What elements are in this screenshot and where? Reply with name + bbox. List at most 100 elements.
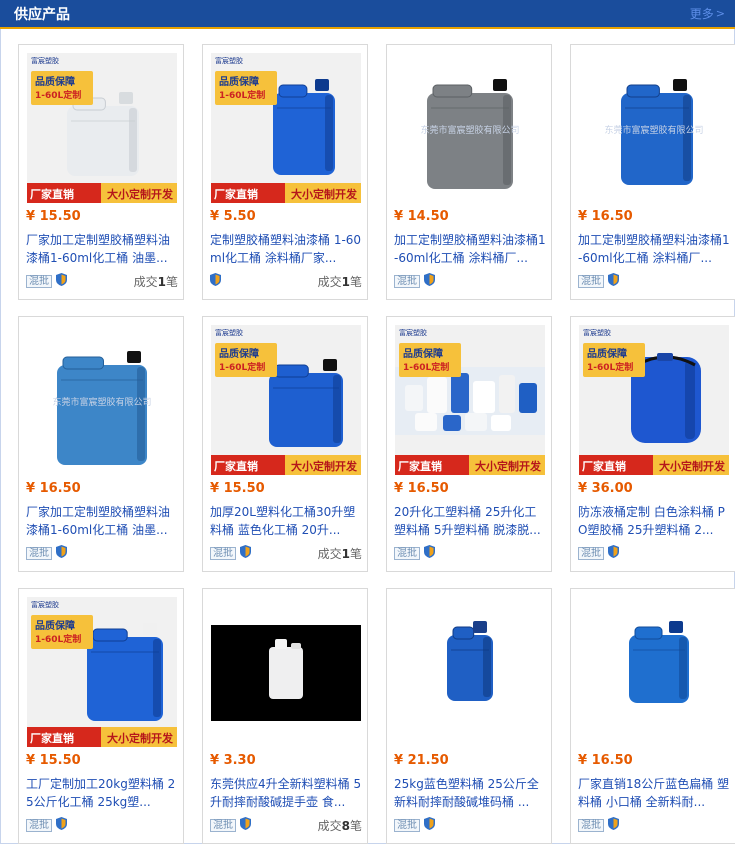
product-title-link[interactable]: 厂家直销18公斤蓝色扁桶 塑料桶 小口桶 全新料耐... xyxy=(578,775,730,811)
product-title-link[interactable]: 定制塑胶桶塑料油漆桶 1-60ml化工桶 涂料桶厂家... xyxy=(210,231,362,267)
product-thumbnail[interactable]: 东莞市富宸塑胶有限公司 xyxy=(579,53,729,203)
product-card[interactable]: ¥ 21.50 25kg蓝色塑料桶 25公斤全新料耐摔耐酸碱堆码桶 ... 混批 xyxy=(386,588,552,844)
product-title-link[interactable]: 东莞供应4升全新料塑料桶 5升耐摔耐酸碱提手壶 食... xyxy=(210,775,362,811)
promo-banner: 厂家直销 大小定制开发 xyxy=(579,455,729,475)
deal-prefix: 成交 xyxy=(317,546,342,561)
promo-logo: 富宸塑胶 xyxy=(399,329,427,337)
mixed-batch-badge[interactable]: 混批 xyxy=(578,818,604,832)
mixed-batch-badge[interactable]: 混批 xyxy=(26,818,52,832)
promo-direct: 厂家直销 xyxy=(214,186,258,202)
product-thumbnail[interactable]: 富宸塑胶 品质保障 1-60L定制 厂家直销 大小定制开发 xyxy=(27,597,177,747)
promo-direct: 厂家直销 xyxy=(30,186,74,202)
product-thumbnail[interactable]: 富宸塑胶 品质保障 1-60L定制 厂家直销 大小定制开发 xyxy=(211,53,361,203)
promo-direct: 厂家直销 xyxy=(398,458,442,474)
product-card[interactable]: 东莞市富宸塑胶有限公司 ¥ 16.50 加工定制塑胶桶塑料油漆桶1-60ml化工桶 … xyxy=(570,44,735,300)
product-panel: 富宸塑胶 品质保障 1-60L定制 厂家直销 大小定制开发 ¥ 15.50 厂家加工定制塑胶… xyxy=(0,29,735,844)
promo-logo: 富宸塑胶 xyxy=(31,601,59,609)
product-card[interactable]: ¥ 3.30 东莞供应4升全新料塑料桶 5升耐摔耐酸碱提手壶 食... 混批 成交8笔 xyxy=(202,588,368,844)
product-image[interactable] xyxy=(395,597,545,747)
promo-quality: 品质保障 xyxy=(35,621,75,632)
product-price: ¥ 16.50 xyxy=(26,481,81,496)
deal-suffix: 笔 xyxy=(349,546,362,561)
mixed-batch-badge[interactable]: 混批 xyxy=(578,546,604,560)
deal-count: 成交8笔 xyxy=(318,817,362,834)
product-thumbnail[interactable]: 东莞市富宸塑胶有限公司 xyxy=(395,53,545,203)
product-card[interactable]: 富宸塑胶 品质保障 1-60L定制 厂家直销 大小定制开发 ¥ 36.00 防冻液桶定制 白… xyxy=(570,316,735,572)
promo-develop: 大小定制开发 xyxy=(101,727,177,747)
promo-badge: 品质保障 1-60L定制 xyxy=(215,343,277,377)
promo-quality: 品质保障 xyxy=(403,349,443,360)
mixed-batch-badge[interactable]: 混批 xyxy=(210,546,236,560)
product-title-link[interactable]: 防冻液桶定制 白色涂料桶 PO塑胶桶 25升塑料桶 2... xyxy=(578,503,730,539)
watermark-text: 东莞市富宸塑胶有限公司 xyxy=(420,126,520,136)
product-price: ¥ 14.50 xyxy=(394,209,449,224)
product-thumbnail[interactable]: 富宸塑胶 品质保障 1-60L定制 厂家直销 大小定制开发 xyxy=(395,325,545,475)
product-price: ¥ 5.50 xyxy=(210,209,256,224)
shield-icon[interactable] xyxy=(608,817,619,833)
product-image[interactable] xyxy=(579,597,729,747)
product-meta: 混批 xyxy=(394,545,546,561)
promo-quality: 品质保障 xyxy=(219,349,259,360)
shield-icon[interactable] xyxy=(56,817,67,833)
product-card[interactable]: 富宸塑胶 品质保障 1-60L定制 厂家直销 大小定制开发 ¥ 5.50 定制塑胶桶塑料油漆… xyxy=(202,44,368,300)
product-title-link[interactable]: 厂家加工定制塑胶桶塑料油漆桶1-60ml化工桶 油墨... xyxy=(26,231,178,267)
product-title-link[interactable]: 工厂定制加工20kg塑料桶 25公斤化工桶 25kg塑... xyxy=(26,775,178,811)
product-title-link[interactable]: 20升化工塑料桶 25升化工塑料桶 5升塑料桶 脱漆脱... xyxy=(394,503,546,539)
shield-icon[interactable] xyxy=(240,545,251,561)
product-thumbnail[interactable]: 富宸塑胶 品质保障 1-60L定制 厂家直销 大小定制开发 xyxy=(579,325,729,475)
chevron-right-icon[interactable]: > xyxy=(716,7,725,20)
product-thumbnail[interactable]: 东莞市富宸塑胶有限公司 xyxy=(27,325,177,475)
shield-icon[interactable] xyxy=(424,545,435,561)
shield-icon[interactable] xyxy=(56,545,67,561)
product-title-link[interactable]: 加工定制塑胶桶塑料油漆桶1-60ml化工桶 涂料桶厂... xyxy=(578,231,730,267)
shield-icon[interactable] xyxy=(210,273,221,289)
product-card[interactable]: 东莞市富宸塑胶有限公司 ¥ 14.50 加工定制塑胶桶塑料油漆桶1-60ml化工桶 … xyxy=(386,44,552,300)
promo-badge: 品质保障 1-60L定制 xyxy=(31,71,93,105)
section-header: 供应产品 更多 > xyxy=(0,0,735,29)
mixed-batch-badge[interactable]: 混批 xyxy=(210,818,236,832)
shield-icon[interactable] xyxy=(424,273,435,289)
shield-icon[interactable] xyxy=(608,273,619,289)
mixed-batch-badge[interactable]: 混批 xyxy=(394,818,420,832)
promo-custom: 1-60L定制 xyxy=(35,91,82,101)
product-card[interactable]: 富宸塑胶 品质保障 1-60L定制 厂家直销 大小定制开发 ¥ 15.50 厂家加工定制塑胶… xyxy=(18,44,184,300)
shield-icon[interactable] xyxy=(608,545,619,561)
product-meta: 混批 成交1笔 xyxy=(210,545,362,561)
product-title-link[interactable]: 加工定制塑胶桶塑料油漆桶1-60ml化工桶 涂料桶厂... xyxy=(394,231,546,267)
product-thumbnail[interactable]: 富宸塑胶 品质保障 1-60L定制 厂家直销 大小定制开发 xyxy=(27,53,177,203)
mixed-batch-badge[interactable]: 混批 xyxy=(26,274,52,288)
product-card[interactable]: ¥ 16.50 厂家直销18公斤蓝色扁桶 塑料桶 小口桶 全新料耐... 混批 xyxy=(570,588,735,844)
product-title-link[interactable]: 厂家加工定制塑胶桶塑料油漆桶1-60ml化工桶 油墨... xyxy=(26,503,178,539)
promo-banner: 厂家直销 大小定制开发 xyxy=(211,455,361,475)
product-card[interactable]: 富宸塑胶 品质保障 1-60L定制 厂家直销 大小定制开发 ¥ 16.50 20升化工塑料桶… xyxy=(386,316,552,572)
product-thumbnail[interactable] xyxy=(211,597,361,747)
product-meta: 混批 xyxy=(578,545,730,561)
mixed-batch-badge[interactable]: 混批 xyxy=(578,274,604,288)
product-title-link[interactable]: 加厚20L塑料化工桶30升塑料桶 蓝色化工桶 20升... xyxy=(210,503,362,539)
deal-prefix: 成交 xyxy=(317,274,342,289)
promo-badge: 品质保障 1-60L定制 xyxy=(583,343,645,377)
deal-count: 成交1笔 xyxy=(318,545,362,562)
mixed-batch-badge[interactable]: 混批 xyxy=(26,546,52,560)
product-card[interactable]: 东莞市富宸塑胶有限公司 ¥ 16.50 厂家加工定制塑胶桶塑料油漆桶1-60ml化工… xyxy=(18,316,184,572)
product-meta: 混批 xyxy=(394,273,546,289)
product-image[interactable] xyxy=(211,597,361,747)
promo-badge: 品质保障 1-60L定制 xyxy=(215,71,277,105)
shield-icon[interactable] xyxy=(56,273,67,289)
product-card[interactable]: 富宸塑胶 品质保障 1-60L定制 厂家直销 大小定制开发 ¥ 15.50 加厚20L塑料化… xyxy=(202,316,368,572)
product-thumbnail[interactable]: 富宸塑胶 品质保障 1-60L定制 厂家直销 大小定制开发 xyxy=(211,325,361,475)
promo-badge: 品质保障 1-60L定制 xyxy=(31,615,93,649)
deal-prefix: 成交 xyxy=(133,274,158,289)
more-label[interactable]: 更多 xyxy=(690,5,714,22)
mixed-batch-badge[interactable]: 混批 xyxy=(394,546,420,560)
product-thumbnail[interactable] xyxy=(395,597,545,747)
shield-icon[interactable] xyxy=(424,817,435,833)
promo-badge: 品质保障 1-60L定制 xyxy=(399,343,461,377)
mixed-batch-badge[interactable]: 混批 xyxy=(394,274,420,288)
product-meta: 混批 xyxy=(578,817,730,833)
more-link[interactable]: 更多 > xyxy=(690,5,725,22)
product-thumbnail[interactable] xyxy=(579,597,729,747)
shield-icon[interactable] xyxy=(240,817,251,833)
product-card[interactable]: 富宸塑胶 品质保障 1-60L定制 厂家直销 大小定制开发 ¥ 15.50 工厂定制加工20… xyxy=(18,588,184,844)
product-title-link[interactable]: 25kg蓝色塑料桶 25公斤全新料耐摔耐酸碱堆码桶 ... xyxy=(394,775,546,811)
